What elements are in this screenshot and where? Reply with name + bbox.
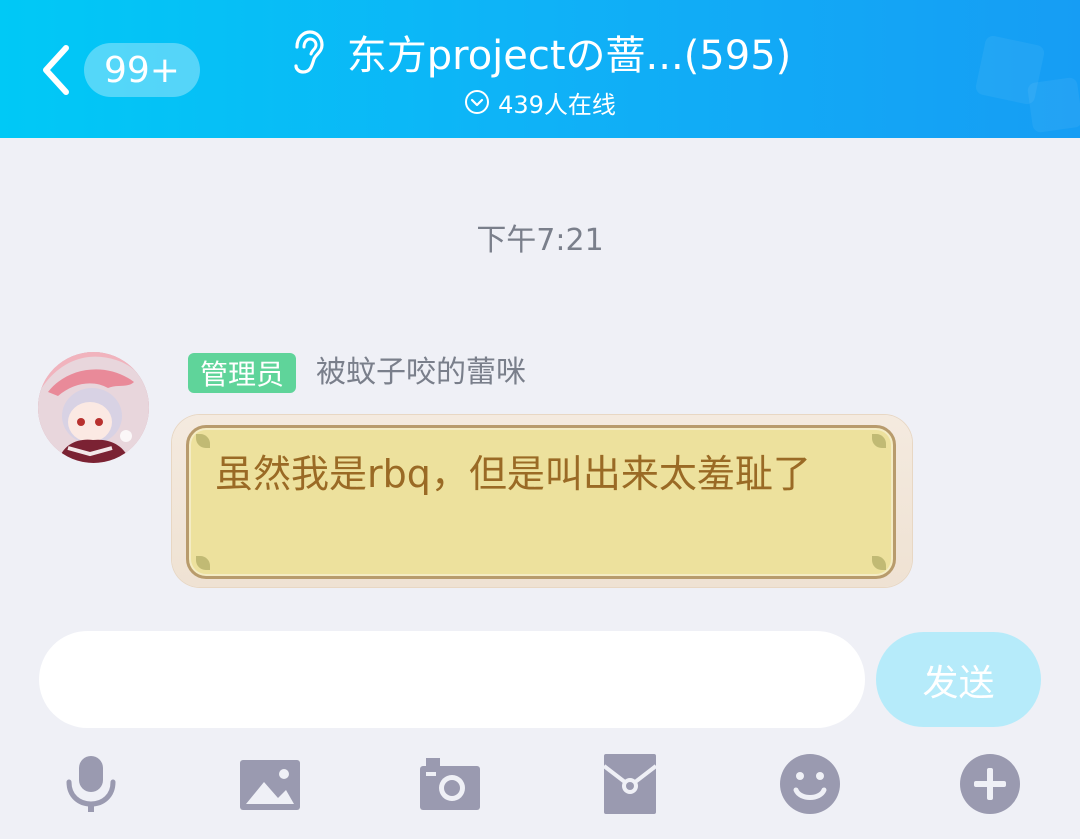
message-bubble[interactable]: 虽然我是rbq，但是叫出来太羞耻了 — [186, 425, 896, 579]
chat-header: 99+ 东方projectの蔷...(595) 439人在线 — [0, 0, 1080, 138]
group-title-row[interactable]: 东方projectの蔷...(595) — [0, 22, 1080, 82]
ear-icon — [294, 30, 324, 74]
avatar-illustration — [38, 352, 149, 463]
send-button[interactable]: 发送 — [876, 632, 1041, 727]
red-packet-icon[interactable] — [598, 752, 662, 816]
image-icon[interactable] — [238, 752, 302, 816]
online-count: 439人在线 — [498, 90, 616, 119]
sender-name[interactable]: 被蚊子咬的蕾咪 — [316, 353, 526, 393]
online-status-row[interactable]: 439人在线 — [0, 84, 1080, 120]
chevron-down-circle-icon — [465, 90, 490, 114]
avatar[interactable] — [38, 352, 149, 463]
microphone-icon[interactable] — [59, 752, 123, 816]
message-timestamp: 下午7:21 — [476, 223, 604, 258]
plus-icon[interactable] — [958, 752, 1022, 816]
message-input[interactable] — [39, 631, 865, 728]
camera-icon[interactable] — [418, 752, 482, 816]
message-text: 虽然我是rbq，但是叫出来太羞耻了 — [215, 452, 811, 496]
emoji-icon[interactable] — [778, 752, 842, 816]
group-title: 东方projectの蔷...(595) — [346, 33, 792, 79]
admin-role-badge: 管理员 — [188, 353, 297, 393]
